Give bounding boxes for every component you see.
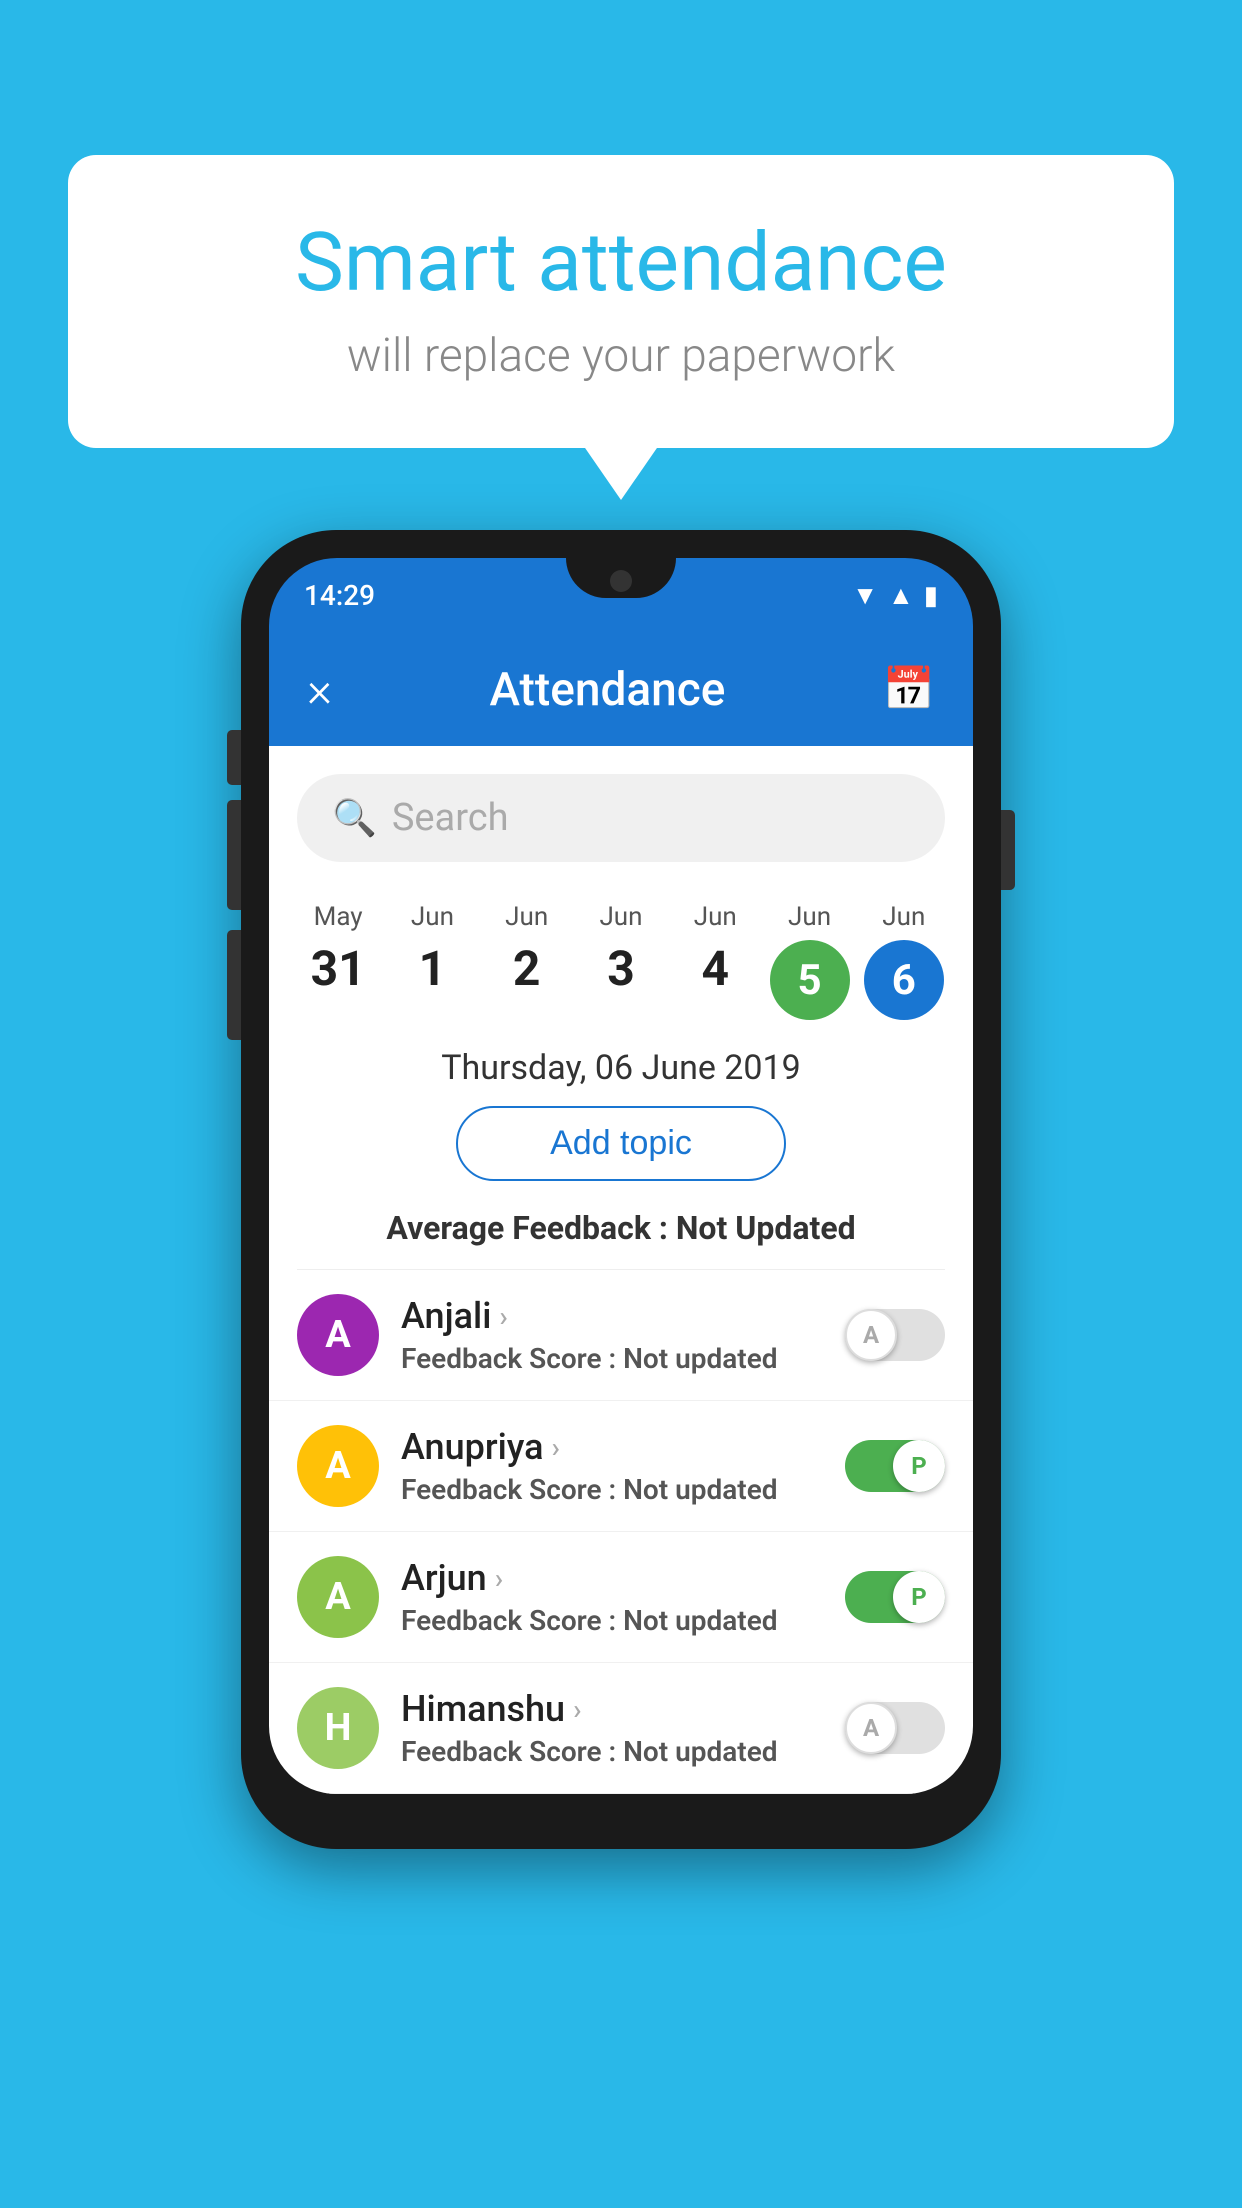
student-info-arjun: Arjun › Feedback Score : Not updated [401, 1557, 823, 1637]
student-name-himanshu: Himanshu [401, 1688, 565, 1730]
side-button-left-1 [227, 730, 241, 785]
search-bar[interactable]: 🔍 Search [297, 774, 945, 862]
date-row: May 31 Jun 1 Jun 2 Jun 3 Jun 4 [269, 882, 973, 1020]
student-item-himanshu: H Himanshu › Feedback Score : Not update… [269, 1663, 973, 1794]
student-name-anupriya: Anupriya [401, 1426, 544, 1468]
toggle-anjali[interactable]: A [845, 1309, 945, 1361]
volume-down-button [227, 930, 241, 1040]
toggle-anupriya[interactable]: P [845, 1440, 945, 1492]
chevron-icon: › [552, 1431, 560, 1464]
search-icon: 🔍 [332, 797, 377, 839]
student-item-arjun: A Arjun › Feedback Score : Not updated P [269, 1532, 973, 1663]
search-placeholder: Search [392, 796, 509, 840]
phone-body: 14:29 ▼ ▲ ▮ × Attendance 📅 🔍 Search Ma [241, 530, 1001, 1849]
bubble-title: Smart attendance [148, 215, 1094, 311]
toggle-himanshu[interactable]: A [845, 1702, 945, 1754]
phone-screen: 🔍 Search May 31 Jun 1 Jun 2 Jun [269, 746, 973, 1794]
avatar-himanshu: H [297, 1687, 379, 1769]
avatar-anupriya: A [297, 1425, 379, 1507]
chevron-icon: › [573, 1693, 581, 1726]
date-cell-jun1[interactable]: Jun 1 [387, 902, 477, 1020]
wifi-icon: ▼ [852, 580, 878, 611]
selected-date-label: Thursday, 06 June 2019 [269, 1048, 973, 1088]
status-time: 14:29 [304, 579, 375, 612]
power-button [1001, 810, 1015, 890]
date-cell-jun6[interactable]: Jun 6 [859, 902, 949, 1020]
feedback-label: Feedback Score : [401, 1473, 623, 1506]
student-item-anjali: A Anjali › Feedback Score : Not updated … [269, 1270, 973, 1401]
volume-up-button [227, 800, 241, 910]
student-name-anjali: Anjali [401, 1295, 491, 1337]
speech-bubble-container: Smart attendance will replace your paper… [68, 155, 1174, 448]
signal-icon: ▲ [888, 580, 914, 611]
camera-dot [610, 570, 632, 592]
date-cell-jun3[interactable]: Jun 3 [576, 902, 666, 1020]
app-header: × Attendance 📅 [269, 633, 973, 746]
feedback-label: Feedback Score : [401, 1735, 623, 1768]
feedback-label: Feedback Score : [401, 1342, 623, 1375]
notch [566, 558, 676, 598]
date-cell-jun2[interactable]: Jun 2 [482, 902, 572, 1020]
status-bar: 14:29 ▼ ▲ ▮ [269, 558, 973, 633]
feedback-value-arjun: Not updated [623, 1604, 777, 1637]
date-cell-jun4[interactable]: Jun 4 [670, 902, 760, 1020]
student-name-arjun: Arjun [401, 1557, 487, 1599]
header-title: Attendance [489, 663, 725, 717]
student-item-anupriya: A Anupriya › Feedback Score : Not update… [269, 1401, 973, 1532]
speech-bubble: Smart attendance will replace your paper… [68, 155, 1174, 448]
student-info-anupriya: Anupriya › Feedback Score : Not updated [401, 1426, 823, 1506]
student-info-anjali: Anjali › Feedback Score : Not updated [401, 1295, 823, 1375]
close-button[interactable]: × [307, 661, 332, 718]
feedback-label: Feedback Score : [401, 1604, 623, 1637]
bubble-subtitle: will replace your paperwork [148, 329, 1094, 383]
date-cell-jun5[interactable]: Jun 5 [765, 902, 855, 1020]
avg-feedback-prefix: Average Feedback : [386, 1209, 675, 1247]
battery-icon: ▮ [924, 581, 938, 611]
calendar-icon[interactable]: 📅 [883, 665, 935, 714]
avatar-arjun: A [297, 1556, 379, 1638]
toggle-arjun[interactable]: P [845, 1571, 945, 1623]
chevron-icon: › [495, 1562, 503, 1595]
feedback-value-anupriya: Not updated [623, 1473, 777, 1506]
feedback-value-anjali: Not updated [623, 1342, 777, 1375]
status-icons: ▼ ▲ ▮ [852, 580, 938, 611]
avg-feedback-value: Not Updated [676, 1209, 856, 1247]
student-info-himanshu: Himanshu › Feedback Score : Not updated [401, 1688, 823, 1768]
feedback-value-himanshu: Not updated [623, 1735, 777, 1768]
phone-container: 14:29 ▼ ▲ ▮ × Attendance 📅 🔍 Search Ma [241, 530, 1001, 1849]
date-cell-may31[interactable]: May 31 [293, 902, 383, 1020]
avg-feedback: Average Feedback : Not Updated [269, 1209, 973, 1247]
chevron-icon: › [499, 1300, 507, 1333]
add-topic-button[interactable]: Add topic [456, 1106, 786, 1181]
avatar-anjali: A [297, 1294, 379, 1376]
